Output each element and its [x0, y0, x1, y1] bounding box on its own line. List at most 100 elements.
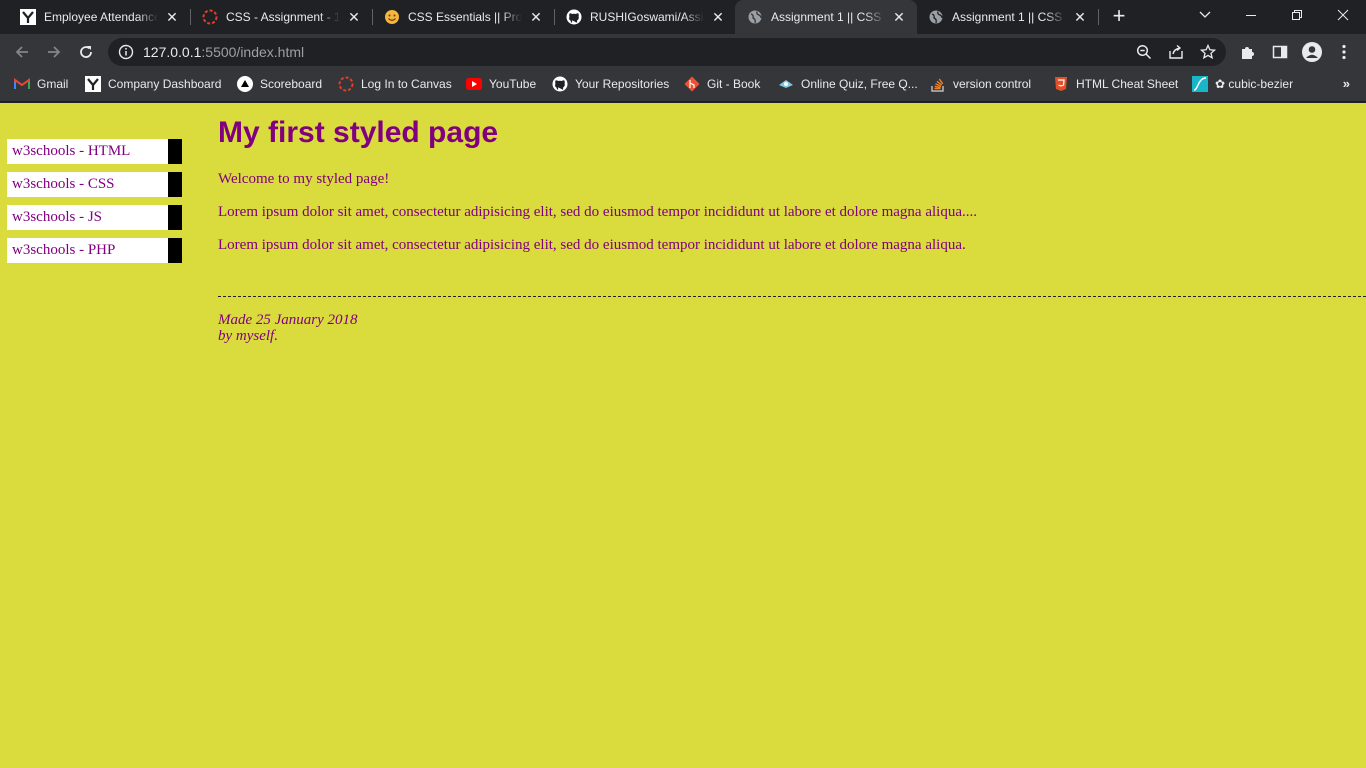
tab-css-assignment[interactable]: CSS - Assignment - 1 ✕	[190, 0, 372, 34]
web-page: w3schools - HTML w3schools - CSS w3schoo…	[0, 103, 1366, 768]
chevron-down-icon	[1199, 11, 1211, 18]
bookmark-label: Gmail	[37, 77, 69, 91]
close-icon[interactable]: ✕	[710, 9, 726, 25]
bookmark-version-control[interactable]: version control	[930, 70, 1031, 98]
new-tab-button[interactable]: +	[1108, 5, 1130, 27]
forward-button[interactable]	[42, 40, 66, 64]
globe-icon	[928, 9, 944, 25]
side-panel-icon	[1272, 45, 1288, 59]
close-icon[interactable]: ✕	[891, 9, 907, 25]
bookmark-star-icon[interactable]	[1200, 44, 1216, 60]
canvas-icon	[202, 9, 218, 25]
more-bookmarks-chevron-icon[interactable]: »	[1343, 76, 1350, 91]
bookmark-your-repositories[interactable]: Your Repositories	[552, 70, 669, 98]
close-window-button[interactable]	[1320, 0, 1366, 30]
smiley-icon	[384, 9, 400, 25]
close-icon[interactable]: ✕	[346, 9, 362, 25]
nav-link-css[interactable]: w3schools - CSS	[12, 176, 115, 193]
tab-css-essentials[interactable]: CSS Essentials || Promo ✕	[372, 0, 554, 34]
tab-title: Assignment 1 || CSS Es	[952, 10, 1066, 24]
arrow-left-icon	[15, 46, 28, 58]
bookmark-label: Scoreboard	[260, 77, 323, 91]
lorem-paragraph: Lorem ipsum dolor sit amet, consectetur …	[218, 237, 966, 253]
profile-button[interactable]	[1302, 42, 1322, 62]
tab-title: Assignment 1 || CSS Es	[771, 10, 885, 24]
side-panel-button[interactable]	[1270, 42, 1290, 62]
url-path: :5500/index.html	[201, 44, 305, 60]
zoom-icon[interactable]	[1136, 44, 1152, 60]
bookmark-gmail[interactable]: Gmail	[14, 70, 68, 98]
bookmark-company-dashboard[interactable]: Company Dashboard	[85, 70, 221, 98]
github-icon	[566, 9, 582, 25]
page-footer: Made 25 January 2018 by myself.	[218, 312, 358, 344]
back-button[interactable]	[10, 40, 34, 64]
y-logo-icon	[85, 76, 101, 92]
y-logo-icon	[20, 9, 36, 25]
bookmark-label: Company Dashboard	[108, 77, 222, 91]
youtube-icon	[466, 76, 482, 92]
quiz-icon	[778, 76, 794, 92]
url-host: 127.0.0.1	[143, 44, 202, 60]
lorem-paragraph: Lorem ipsum dolor sit amet, consectetur …	[218, 204, 977, 220]
nav-link-php[interactable]: w3schools - PHP	[12, 242, 115, 259]
tab-search-button[interactable]	[1182, 0, 1228, 30]
menu-button[interactable]	[1334, 42, 1354, 62]
tab-assignment[interactable]: Assignment 1 || CSS Es ✕	[916, 0, 1098, 34]
git-icon	[684, 76, 700, 92]
avatar-icon	[1302, 42, 1322, 62]
address-bar[interactable]: 127.0.0.1:5500/index.html	[108, 38, 1226, 66]
close-icon[interactable]: ✕	[528, 9, 544, 25]
nav-link-js[interactable]: w3schools - JS	[12, 209, 102, 226]
nav-link-html[interactable]: w3schools - HTML	[12, 143, 130, 160]
gmail-icon	[14, 76, 30, 92]
tab-employee-attendance[interactable]: Employee Attendance ✕	[8, 0, 190, 34]
tab-assignment-active[interactable]: Assignment 1 || CSS Es ✕	[735, 0, 917, 34]
github-icon	[552, 76, 568, 92]
close-icon[interactable]: ✕	[1072, 9, 1088, 25]
tab-title: RUSHIGoswami/Assign	[590, 10, 704, 24]
minimize-button[interactable]	[1228, 0, 1274, 30]
bookmark-git-book[interactable]: Git - Book	[684, 70, 760, 98]
bookmark-label: Online Quiz, Free Q...	[801, 77, 918, 91]
cubic-bezier-icon	[1192, 76, 1208, 92]
nav-item-js: w3schools - JS	[7, 205, 182, 230]
bookmark-label: Log In to Canvas	[361, 77, 452, 91]
globe-icon	[747, 9, 763, 25]
kebab-menu-icon	[1342, 44, 1346, 60]
minimize-icon	[1246, 15, 1256, 16]
puzzle-icon	[1242, 47, 1254, 59]
bookmark-scoreboard[interactable]: Scoreboard	[237, 70, 322, 98]
bookmark-label: ✿ cubic-bezier	[1215, 77, 1294, 91]
restore-button[interactable]	[1274, 0, 1320, 30]
reload-button[interactable]	[74, 40, 98, 64]
info-icon[interactable]	[118, 44, 134, 60]
bookmark-youtube[interactable]: YouTube	[466, 70, 536, 98]
url-text[interactable]: 127.0.0.1:5500/index.html	[143, 44, 304, 60]
bookmark-online-quiz[interactable]: Online Quiz, Free Q...	[778, 70, 918, 98]
page-title: My first styled page	[218, 116, 499, 149]
restore-icon	[1292, 10, 1302, 20]
bookmark-label: version control	[953, 77, 1032, 91]
html5-icon	[1053, 76, 1069, 92]
nav-item-php: w3schools - PHP	[7, 238, 182, 263]
arrow-right-icon	[48, 46, 61, 58]
tab-strip: Employee Attendance ✕ CSS - Assignment -…	[0, 0, 1366, 34]
welcome-paragraph: Welcome to my styled page!	[218, 171, 390, 187]
bookmark-canvas[interactable]: Log In to Canvas	[338, 70, 452, 98]
bookmark-label: HTML Cheat Sheet	[1076, 77, 1179, 91]
bookmarks-bar: Gmail Company Dashboard Scoreboard Log I…	[0, 70, 1366, 102]
tab-github-repo[interactable]: RUSHIGoswami/Assign ✕	[554, 0, 736, 34]
tab-title: CSS - Assignment - 1	[226, 10, 340, 24]
extensions-button[interactable]	[1238, 42, 1258, 62]
bookmark-html-cheat-sheet[interactable]: HTML Cheat Sheet	[1053, 70, 1178, 98]
stackoverflow-icon	[930, 76, 946, 92]
canvas-icon	[338, 76, 354, 92]
dashed-divider	[218, 296, 1366, 297]
browser-toolbar: 127.0.0.1:5500/index.html	[0, 34, 1366, 70]
reload-icon	[80, 46, 92, 58]
bookmark-cubic-bezier[interactable]: ✿ cubic-bezier	[1192, 70, 1293, 98]
close-icon[interactable]: ✕	[164, 9, 180, 25]
scoreboard-icon	[237, 76, 253, 92]
close-icon	[1337, 9, 1349, 21]
share-icon[interactable]	[1168, 44, 1184, 60]
